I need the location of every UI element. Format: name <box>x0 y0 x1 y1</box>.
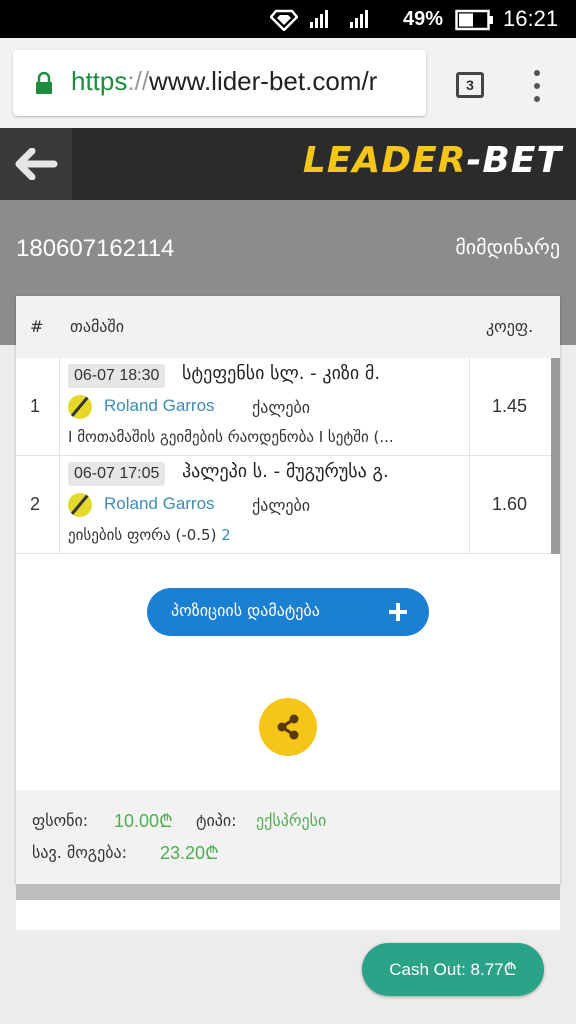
battery-percent: 49% <box>403 8 444 30</box>
url-host: www.lider-bet.com/r <box>149 66 378 96</box>
battery-icon <box>455 9 493 31</box>
tabs-button[interactable]: 3 <box>456 72 484 98</box>
divider <box>16 884 560 900</box>
event-datetime: 06-07 18:30 <box>68 364 166 388</box>
column-num: # <box>30 317 44 336</box>
event-odd: 1.60 <box>492 494 528 514</box>
url-separator: :// <box>127 66 150 96</box>
stake-label: ფსონი: <box>32 811 89 830</box>
event-match: სტეფენსი სლ. - კიზი მ. <box>182 363 381 384</box>
address-bar[interactable]: https://www.lider-bet.com/r <box>13 50 426 116</box>
share-button[interactable] <box>259 698 317 756</box>
event-category: ქალები <box>252 496 311 515</box>
plus-icon <box>389 603 407 621</box>
table-row[interactable]: 2 06-07 17:05 ჰალეპი ს. - მუგურუსა გ. Ro… <box>16 456 560 554</box>
ticket-id: 180607162114 <box>16 235 175 262</box>
signal-diamond-icon <box>270 9 298 31</box>
tennis-ball-icon <box>68 493 92 517</box>
event-datetime: 06-07 17:05 <box>68 462 166 486</box>
add-position-label: პოზიციის დამატება <box>171 601 320 620</box>
scrollbar[interactable] <box>551 456 560 554</box>
leaderbet-logo[interactable]: LEADER-BET <box>303 140 562 181</box>
clock: 16:21 <box>503 6 559 31</box>
table-row[interactable]: 1 06-07 18:30 სტეფენსი სლ. - კიზი მ. Rol… <box>16 358 560 456</box>
cell-signal-2-icon <box>350 10 372 28</box>
bet-type-value: ექსპრესი <box>256 811 327 830</box>
bet-type-label: ტიპი: <box>196 811 237 830</box>
event-tournament[interactable]: Roland Garros <box>104 494 215 514</box>
event-category: ქალები <box>252 398 311 417</box>
column-game: თამაში <box>70 317 124 336</box>
bet-slip-card: # თამაში კოეფ. 1 06-07 18:30 სტეფენსი სლ… <box>16 296 560 884</box>
scrollbar[interactable] <box>551 358 560 456</box>
event-market: ეისების ფორა (-0.5) 2 <box>68 526 231 544</box>
share-icon <box>277 714 299 740</box>
browser-toolbar: https://www.lider-bet.com/r 3 <box>0 38 576 128</box>
cell-signal-1-icon <box>310 10 332 28</box>
overflow-menu-icon[interactable] <box>530 70 544 102</box>
app-header: LEADER-BET <box>0 128 576 200</box>
url-text[interactable]: https://www.lider-bet.com/r <box>71 66 377 97</box>
bet-summary: ფსონი: 10.00₾ ტიპი: ექსპრესი სავ. მოგება… <box>16 790 560 884</box>
max-win-label: სავ. მოგება: <box>32 843 128 862</box>
back-button[interactable] <box>0 128 72 200</box>
status-bar: 49% 16:21 <box>0 0 576 38</box>
stake-value: 10.00₾ <box>114 811 173 831</box>
event-odd: 1.45 <box>492 396 528 416</box>
row-number: 2 <box>30 494 41 514</box>
url-scheme: https <box>71 66 128 96</box>
event-tournament[interactable]: Roland Garros <box>104 396 215 416</box>
tennis-ball-icon <box>68 395 92 419</box>
row-number: 1 <box>30 396 41 416</box>
max-win-value: 23.20₾ <box>160 843 219 863</box>
lock-icon <box>36 72 52 94</box>
event-pick: 2 <box>221 526 231 544</box>
cash-out-button[interactable]: Cash Out: 8.77₾ <box>362 943 544 996</box>
table-header: # თამაში კოეფ. <box>16 296 560 358</box>
column-odd: კოეფ. <box>486 317 534 336</box>
next-card <box>16 900 560 930</box>
ticket-status: მიმდინარე <box>455 235 560 259</box>
event-match: ჰალეპი ს. - მუგურუსა გ. <box>182 461 389 482</box>
event-market: I მოთამაშის გეიმების რაოდენობა I სეტში (… <box>68 428 394 446</box>
add-position-button[interactable]: პოზიციის დამატება <box>147 588 429 636</box>
arrow-left-icon <box>15 148 58 180</box>
